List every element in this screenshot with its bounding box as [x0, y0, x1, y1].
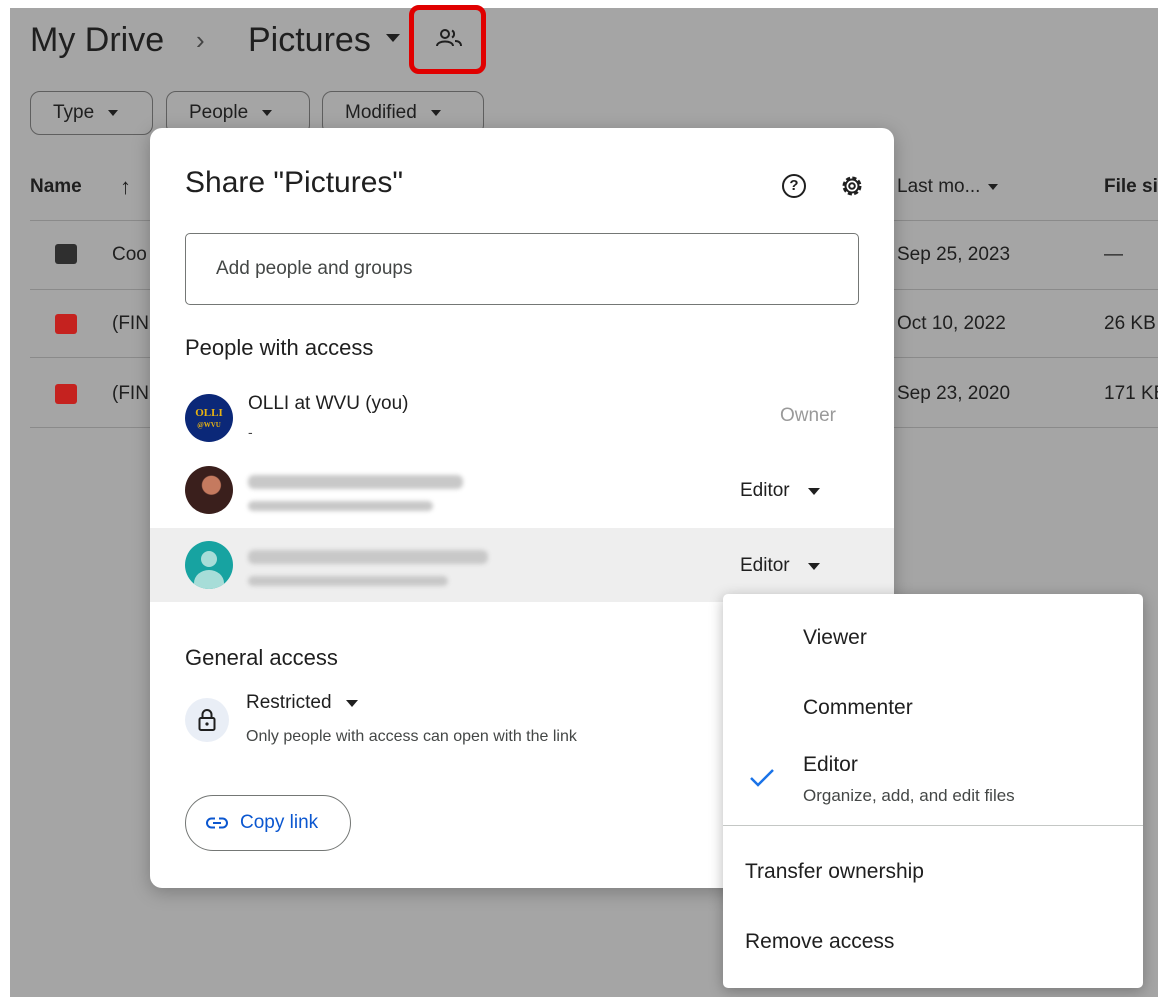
table-row-date: Sep 23, 2020: [897, 383, 1011, 404]
type-filter-label: Type: [53, 102, 95, 123]
general-access-heading: General access: [185, 645, 338, 670]
breadcrumb-my-drive[interactable]: My Drive: [30, 18, 164, 62]
menu-item-editor[interactable]: Editor: [803, 753, 858, 777]
column-header-name[interactable]: Name: [30, 176, 82, 198]
column-header-file-size[interactable]: File si: [1104, 176, 1158, 198]
owner-role-label: Owner: [780, 405, 836, 426]
role-dropdown[interactable]: Editor: [740, 480, 820, 502]
table-row-date: Oct 10, 2022: [897, 313, 1006, 334]
chevron-down-icon: [262, 110, 273, 116]
table-row-size: 171 KB: [1104, 383, 1158, 404]
avatar: [185, 541, 233, 589]
chevron-down-icon: [430, 110, 441, 116]
lock-glyph-icon: [198, 709, 216, 731]
people-with-access-heading: People with access: [185, 335, 374, 360]
image-file-icon: [55, 314, 77, 334]
chevron-down-icon: [108, 110, 119, 116]
link-icon: [206, 817, 228, 829]
chevron-down-icon: [807, 562, 820, 570]
breadcrumb-pictures[interactable]: Pictures: [248, 18, 371, 62]
menu-item-transfer-ownership[interactable]: Transfer ownership: [745, 860, 924, 884]
menu-item-commenter[interactable]: Commenter: [803, 696, 913, 720]
sort-arrow-icon[interactable]: ↑: [120, 174, 131, 200]
avatar-head-shape: [201, 551, 217, 567]
role-dropdown-label: Editor: [740, 480, 790, 501]
column-header-last-modified[interactable]: Last mo...: [897, 176, 999, 198]
person-name-redacted: [248, 550, 488, 564]
role-menu: Viewer Commenter Editor Organize, add, a…: [723, 594, 1143, 988]
person-row-owner: OLLI @WVU OLLI at WVU (you) - Owner: [150, 378, 894, 452]
dialog-title: Share "Pictures": [185, 166, 404, 199]
copy-link-label: Copy link: [240, 812, 319, 833]
person-name: OLLI at WVU (you): [248, 393, 409, 414]
folder-menu-caret-icon[interactable]: [386, 34, 400, 42]
person-email: -: [248, 424, 253, 440]
menu-item-remove-access[interactable]: Remove access: [745, 930, 894, 954]
menu-divider: [723, 825, 1143, 826]
shared-folder-icon: [55, 244, 77, 264]
person-email-redacted: [248, 501, 433, 511]
person-row-selected: Editor: [150, 528, 894, 602]
avatar-text: OLLI: [195, 407, 223, 419]
general-access-value: Restricted: [246, 692, 332, 713]
role-dropdown-label: Editor: [740, 555, 790, 576]
person-row: Editor: [150, 453, 894, 527]
chevron-down-icon: [345, 699, 358, 707]
modified-filter-label: Modified: [345, 102, 417, 123]
image-file-icon: [55, 384, 77, 404]
help-icon[interactable]: ?: [782, 174, 806, 198]
people-filter-label: People: [189, 102, 249, 123]
menu-item-viewer[interactable]: Viewer: [803, 626, 867, 650]
avatar-body-shape: [194, 570, 224, 589]
general-access-dropdown[interactable]: Restricted: [246, 692, 358, 714]
copy-link-button[interactable]: Copy link: [185, 795, 351, 851]
shared-people-icon[interactable]: [436, 28, 462, 48]
chevron-down-icon: [988, 183, 999, 190]
breadcrumb-separator: ›: [196, 25, 205, 55]
checkmark-icon: [750, 769, 774, 787]
add-people-input[interactable]: [185, 233, 859, 305]
menu-item-editor-description: Organize, add, and edit files: [803, 786, 1015, 805]
lock-icon: [185, 698, 229, 742]
type-filter-chip[interactable]: Type: [30, 91, 153, 135]
table-row-size: —: [1104, 244, 1123, 265]
table-row-name[interactable]: (FIN: [112, 313, 149, 335]
table-row-name[interactable]: Coo: [112, 244, 147, 266]
person-email-redacted: [248, 576, 448, 586]
avatar: OLLI @WVU: [185, 394, 233, 442]
gear-icon[interactable]: [838, 172, 866, 200]
role-dropdown[interactable]: Editor: [740, 555, 820, 577]
person-name-redacted: [248, 475, 463, 489]
general-access-description: Only people with access can open with th…: [246, 728, 577, 745]
avatar: [185, 466, 233, 514]
last-modified-label: Last mo...: [897, 176, 981, 197]
avatar-subtext: @WVU: [197, 421, 221, 429]
drive-page: My Drive › Pictures Type People Modified…: [0, 0, 1158, 997]
table-row-name[interactable]: (FIN: [112, 383, 149, 405]
chevron-down-icon: [807, 487, 820, 495]
table-row-date: Sep 25, 2023: [897, 244, 1011, 265]
table-row-size: 26 KB: [1104, 313, 1156, 334]
